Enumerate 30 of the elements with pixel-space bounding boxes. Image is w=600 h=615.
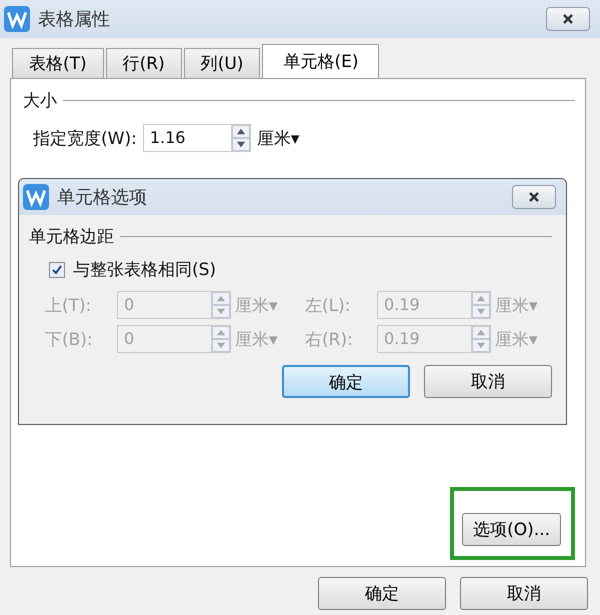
spin-up-icon[interactable] <box>232 125 250 138</box>
close-icon <box>527 191 541 203</box>
dialog-button[interactable]: 取消 <box>424 365 552 398</box>
field-label: 左(L): <box>305 294 352 316</box>
checkbox-label: 与整张表格相同(S) <box>73 259 216 281</box>
window-title: 表格属性 <box>38 8 111 31</box>
dialog-button[interactable]: 确定 <box>318 577 446 610</box>
spin-down-icon[interactable] <box>232 138 250 151</box>
field-label: 下(B): <box>45 328 94 350</box>
app-logo-icon <box>4 6 30 32</box>
field-label: 上(T): <box>45 294 92 316</box>
checkbox[interactable] <box>49 262 65 278</box>
width-spinbox[interactable]: 1.16 <box>142 124 251 152</box>
options-button[interactable]: 选项(O)... <box>462 513 561 546</box>
close-icon <box>561 13 575 25</box>
tab[interactable]: 单元格(E) <box>262 44 380 78</box>
dialog-title: 单元格选项 <box>57 186 148 209</box>
group-title: 单元格边距 <box>29 226 114 248</box>
tab[interactable]: 行(R) <box>106 48 182 78</box>
dialog-button[interactable]: 确定 <box>282 365 410 398</box>
tab[interactable]: 列(U) <box>184 48 260 78</box>
field-label: 指定宽度(W): <box>33 128 137 150</box>
tab[interactable]: 表格(T) <box>12 48 104 78</box>
dialog-button[interactable]: 取消 <box>460 577 588 610</box>
app-logo-icon <box>23 184 49 210</box>
group-title: 大小 <box>23 90 57 112</box>
close-button[interactable] <box>546 7 590 31</box>
field-label: 右(R): <box>305 328 354 350</box>
close-button[interactable] <box>512 185 556 209</box>
unit-dropdown[interactable]: 厘米▾ <box>256 126 300 150</box>
